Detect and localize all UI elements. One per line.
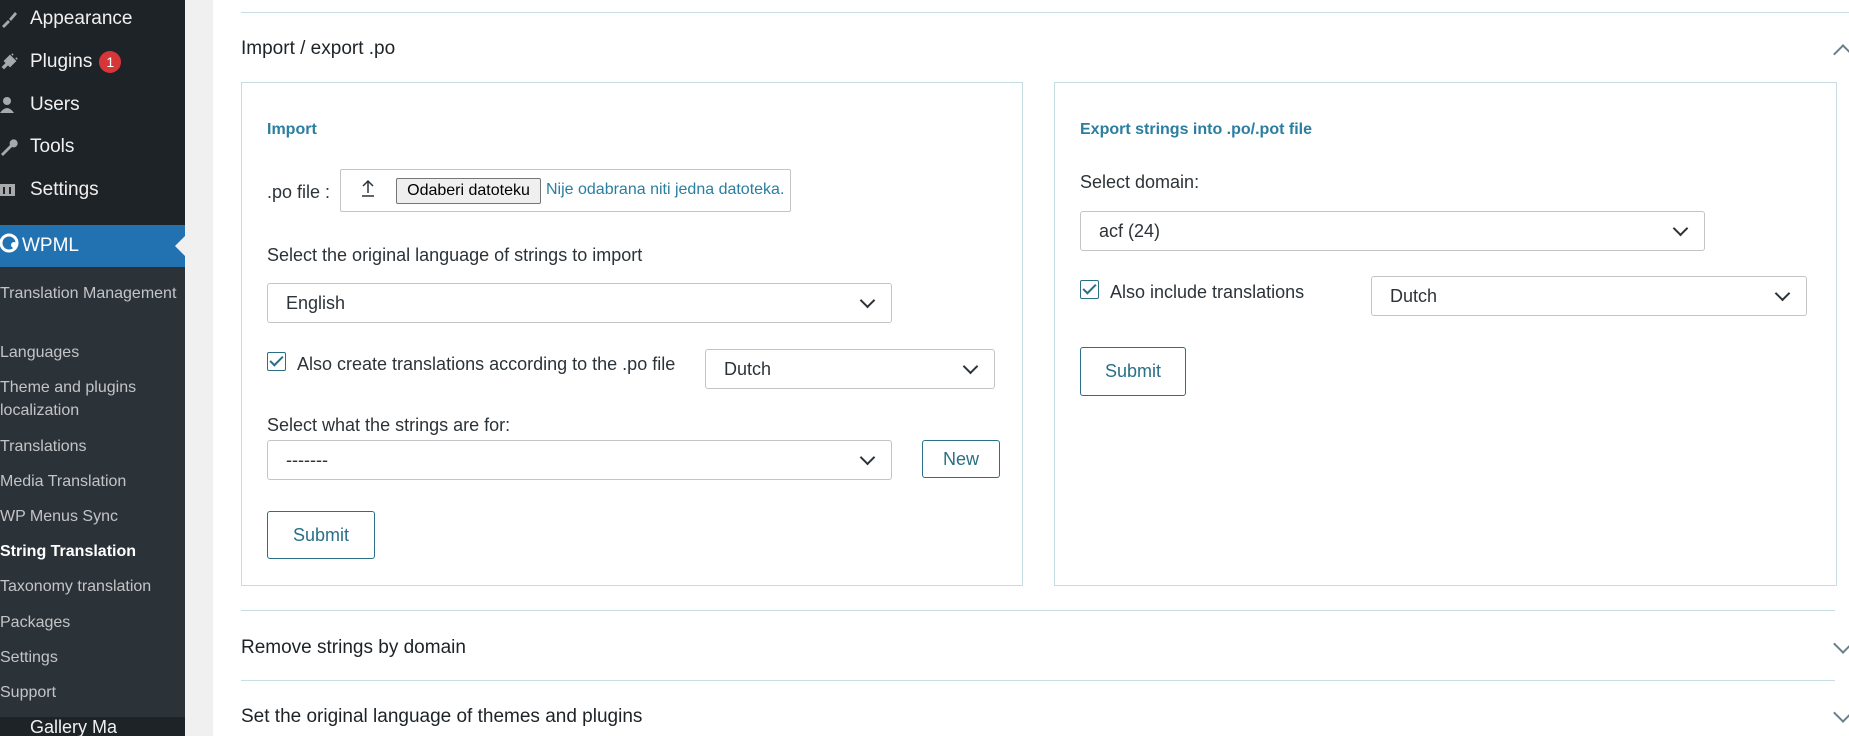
divider — [241, 610, 1835, 611]
include-translations-checkbox[interactable] — [1080, 280, 1099, 299]
chevron-up-icon[interactable] — [1833, 44, 1849, 64]
sidebar-item-plugins[interactable]: Plugins 1 — [0, 41, 185, 83]
original-language-label: Select the original language of strings … — [267, 245, 643, 265]
sidebar-subitem-theme-plugins-localization[interactable]: Theme and plugins localization — [0, 376, 180, 422]
chevron-down-icon[interactable] — [1833, 703, 1849, 723]
chevron-down-icon — [1672, 220, 1689, 237]
select-value: Dutch — [724, 358, 772, 379]
new-button[interactable]: New — [922, 440, 1000, 478]
user-icon — [0, 96, 30, 114]
divider — [241, 12, 1849, 13]
po-file-input[interactable]: Odaberi datoteku Nije odabrana niti jedn… — [340, 169, 791, 212]
sidebar-subitem-languages[interactable]: Languages — [0, 341, 180, 364]
wpml-logo-icon — [0, 232, 22, 260]
sidebar-item-label: Plugins — [30, 51, 93, 72]
settings-icon — [0, 181, 30, 199]
divider — [241, 680, 1835, 681]
import-title: Import — [267, 121, 317, 138]
strings-for-label: Select what the strings are for: — [267, 415, 511, 435]
sidebar-item-gallery[interactable]: Gallery Ma — [0, 717, 185, 736]
export-submit-button[interactable]: Submit — [1080, 347, 1186, 396]
sidebar-item-appearance[interactable]: Appearance — [0, 0, 185, 40]
sidebar-item-label: WPML — [22, 235, 79, 256]
sidebar-subitem-taxonomy-translation[interactable]: Taxonomy translation — [0, 575, 180, 598]
sidebar-subitem-packages[interactable]: Packages — [0, 611, 180, 634]
main-content: Import / export .po Import .po file : Od… — [213, 0, 1849, 736]
sidebar-item-label: Tools — [30, 136, 75, 157]
paintbrush-icon — [0, 10, 30, 28]
create-translations-label: Also create translations according to th… — [297, 354, 676, 374]
strings-for-select[interactable]: ------- — [267, 440, 892, 480]
section-title-original-language[interactable]: Set the original language of themes and … — [241, 706, 642, 728]
sidebar-subitem-support[interactable]: Support — [0, 681, 180, 704]
update-count-badge: 1 — [99, 51, 122, 73]
select-value: ------- — [286, 449, 328, 470]
chevron-down-icon — [962, 358, 979, 375]
section-title-remove-strings[interactable]: Remove strings by domain — [241, 637, 466, 659]
include-language-select[interactable]: Dutch — [1371, 276, 1807, 316]
sidebar-item-tools[interactable]: Tools — [0, 126, 185, 168]
export-title: Export strings into .po/.pot file — [1080, 121, 1312, 138]
choose-file-button[interactable]: Odaberi datoteku — [396, 178, 541, 204]
sidebar-subitem-settings[interactable]: Settings — [0, 646, 180, 669]
sidebar-item-label: Users — [30, 94, 80, 115]
sidebar-item-label: Settings — [30, 179, 99, 200]
wrench-icon — [0, 138, 30, 156]
select-value: English — [286, 292, 346, 313]
po-file-label: .po file : — [267, 182, 331, 202]
sidebar-item-settings[interactable]: Settings — [0, 169, 185, 211]
chevron-down-icon — [1774, 285, 1791, 302]
sidebar-item-wpml[interactable]: WPML — [0, 225, 185, 267]
sidebar-item-label: Gallery Ma — [30, 717, 118, 736]
translation-language-select[interactable]: Dutch — [705, 349, 995, 389]
file-status: Nije odabrana niti jedna datoteka. — [546, 181, 785, 198]
plugin-icon — [0, 53, 30, 71]
import-submit-button[interactable]: Submit — [267, 511, 375, 559]
export-panel: Export strings into .po/.pot file Select… — [1054, 82, 1837, 586]
sidebar-subitem-string-translation[interactable]: String Translation — [0, 540, 180, 563]
sidebar-item-label: Appearance — [30, 8, 133, 29]
include-translations-label: Also include translations — [1110, 282, 1305, 302]
wpml-submenu: Translation Management Languages Theme a… — [0, 267, 185, 717]
sidebar-item-users[interactable]: Users — [0, 84, 185, 126]
sidebar-subitem-translation-management[interactable]: Translation Management — [0, 282, 180, 305]
chevron-down-icon — [859, 292, 876, 309]
sidebar-subitem-wp-menus-sync[interactable]: WP Menus Sync — [0, 505, 180, 528]
chevron-down-icon — [859, 449, 876, 466]
sidebar-subitem-media-translation[interactable]: Media Translation — [0, 470, 180, 493]
sidebar-subitem-translations[interactable]: Translations — [0, 435, 180, 458]
select-value: acf (24) — [1099, 220, 1161, 241]
domain-label: Select domain: — [1080, 172, 1200, 192]
original-language-select[interactable]: English — [267, 283, 892, 323]
chevron-down-icon[interactable] — [1833, 634, 1849, 654]
import-panel: Import .po file : Odaberi datoteku Nije … — [241, 82, 1023, 586]
section-title-import-export[interactable]: Import / export .po — [241, 38, 395, 60]
admin-sidebar: Appearance Plugins 1 Users Tools Setting… — [0, 0, 185, 736]
select-value: Dutch — [1390, 285, 1438, 306]
domain-select[interactable]: acf (24) — [1080, 211, 1705, 251]
upload-icon — [361, 179, 375, 202]
create-translations-checkbox[interactable] — [267, 352, 286, 371]
